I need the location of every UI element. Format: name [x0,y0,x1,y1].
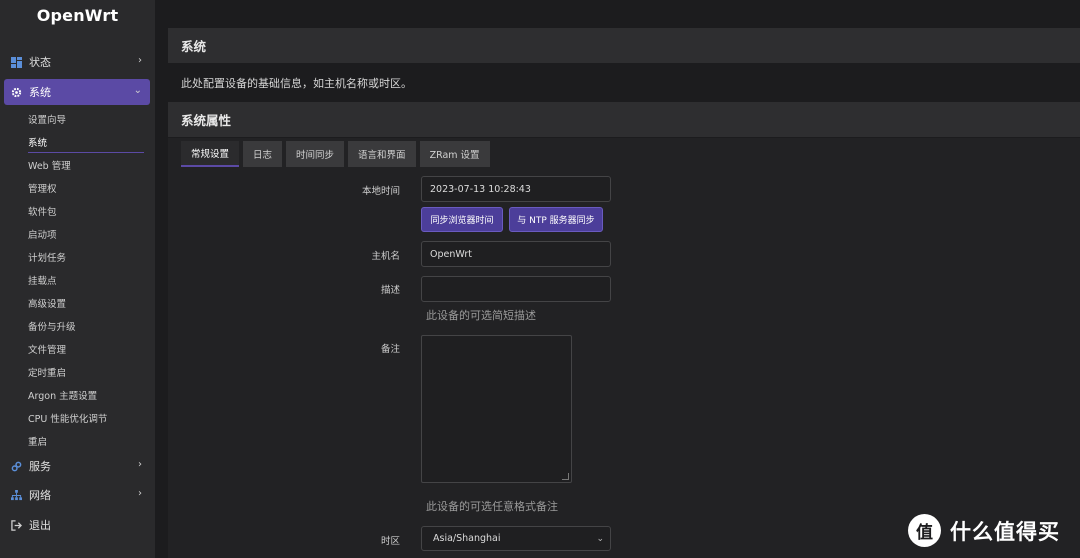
tab-zram[interactable]: ZRam 设置 [419,141,490,167]
description-label: 描述 [380,285,400,296]
tab-general[interactable]: 常规设置 [181,141,240,167]
sidebar-sub-item[interactable]: 启动项 [28,227,57,241]
sidebar-item-label: 退出 [29,519,51,532]
chevron-right-icon: › [138,459,142,470]
timezone-value: Asia/Shanghai [433,533,501,544]
sidebar-sub-item[interactable]: 备份与升级 [28,319,76,333]
page-description: 此处配置设备的基础信息，如主机名称或时区。 [181,77,412,90]
sidebar-sub-item[interactable]: 文件管理 [28,342,66,356]
sidebar-item-status[interactable]: 状态 › [4,49,150,75]
sidebar: OpenWrt 状态 › 系统 ⌄ 设置向导 系统 Web 管理 管理权 软件包… [0,0,155,558]
chevron-right-icon: › [138,488,142,499]
local-time-label: 本地时间 [361,186,400,197]
sidebar-sub-item[interactable]: Argon 主题设置 [28,388,97,402]
local-time-value: 2023-07-13 10:28:43 [430,183,531,195]
sidebar-sub-item[interactable]: 计划任务 [28,250,66,264]
sidebar-sub-item[interactable]: 定时重启 [28,365,66,379]
hostname-value: OpenWrt [430,248,472,260]
watermark-logo: 值 [908,514,941,547]
watermark-text: 什么值得买 [950,519,1060,544]
section-body [168,138,1080,558]
notes-hint: 此设备的可选任意格式备注 [426,500,558,513]
sidebar-item-services[interactable]: 服务 › [4,453,150,479]
tab-language[interactable]: 语言和界面 [348,141,416,167]
sidebar-item-label: 网络 [29,489,51,502]
link-icon [10,460,22,472]
timezone-select[interactable]: Asia/Shanghai ⌄ [421,526,611,551]
sidebar-item-label: 系统 [29,86,51,99]
sidebar-sub-item[interactable]: 高级设置 [28,296,66,310]
local-time-field: 2023-07-13 10:28:43 [421,176,611,202]
active-underline [28,152,144,153]
sidebar-sub-item[interactable]: 设置向导 [28,112,66,126]
tab-time-sync[interactable]: 时间同步 [286,141,345,167]
sync-ntp-button[interactable]: 与 NTP 服务器同步 [509,207,603,232]
tab-bar: 常规设置 日志 时间同步 语言和界面 ZRam 设置 [181,141,490,167]
sidebar-sub-item[interactable]: 挂载点 [28,273,57,287]
logout-icon [10,519,22,531]
sidebar-sub-item[interactable]: 软件包 [28,204,57,218]
sync-browser-time-button[interactable]: 同步浏览器时间 [421,207,503,232]
chevron-right-icon: › [138,55,142,66]
description-hint: 此设备的可选简短描述 [426,309,536,322]
notes-textarea[interactable] [421,335,572,483]
sidebar-item-system[interactable]: 系统 ⌄ [4,79,150,105]
page-title: 系统 [168,28,1080,63]
sidebar-sub-item[interactable]: Web 管理 [28,158,71,172]
chevron-down-icon: ⌄ [596,534,604,544]
chevron-down-icon: ⌄ [133,85,142,96]
section-title: 系统属性 [168,102,1080,137]
sidebar-sub-item-active[interactable]: 系统 [28,135,47,149]
hostname-input[interactable]: OpenWrt [421,241,611,267]
network-icon [10,489,22,501]
hostname-label: 主机名 [371,251,400,262]
sidebar-item-network[interactable]: 网络 › [4,482,150,508]
notes-label: 备注 [380,344,400,355]
description-input[interactable] [421,276,611,302]
sidebar-sub-item[interactable]: CPU 性能优化调节 [28,411,107,425]
sidebar-item-label: 状态 [29,56,51,69]
watermark: 值 什么值得买 [908,514,1060,547]
dashboard-icon [10,56,22,68]
gear-icon [10,86,22,98]
logo: OpenWrt [36,6,119,25]
tab-logging[interactable]: 日志 [243,141,283,167]
sidebar-sub-item[interactable]: 重启 [28,434,47,448]
sidebar-item-logout[interactable]: 退出 [4,512,150,538]
sidebar-sub-item[interactable]: 管理权 [28,181,57,195]
timezone-label: 时区 [380,536,400,547]
sidebar-item-label: 服务 [29,460,51,473]
resize-handle[interactable] [562,473,569,480]
